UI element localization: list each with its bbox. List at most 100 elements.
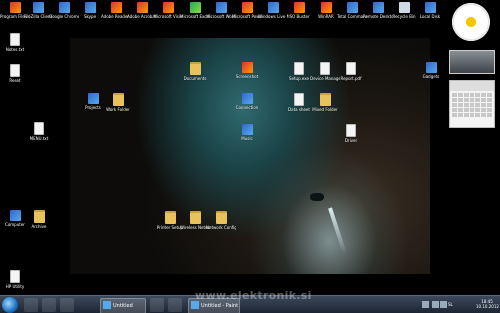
icon-label: MENU.txt <box>29 136 49 141</box>
app-icon <box>241 93 253 104</box>
folder-icon <box>189 211 201 224</box>
folder-icon <box>112 93 124 106</box>
icon-label: Microsoft Visio <box>153 14 183 19</box>
folder-icon <box>189 62 201 75</box>
icon-label: Archive <box>31 224 47 229</box>
media-player-pinned-icon[interactable] <box>42 298 56 312</box>
start-button[interactable] <box>2 297 18 313</box>
folder-icon <box>164 211 176 224</box>
drive-icon <box>424 2 436 13</box>
file-icon <box>346 124 356 137</box>
computer-icon <box>9 210 21 221</box>
desktop-icon-34[interactable]: Archive <box>24 210 54 229</box>
icon-label: Notes.txt <box>5 47 25 52</box>
task-label: Untitled - Paint <box>201 303 239 309</box>
icon-label: Work Folder <box>106 107 130 112</box>
gadget-icon <box>425 62 437 73</box>
folder-icon <box>319 93 331 106</box>
folder-pinned-icon[interactable] <box>168 298 182 312</box>
explorer-pinned-icon[interactable] <box>24 298 38 312</box>
desktop-icon-17[interactable]: Notes.txt <box>0 33 30 52</box>
app-icon <box>189 2 201 13</box>
calendar-gadget[interactable] <box>449 80 495 128</box>
icon-label: Documents <box>183 76 207 81</box>
app-icon <box>87 93 99 104</box>
icon-label: Mixed Folder <box>312 107 338 112</box>
task-label: Untitled <box>113 303 133 309</box>
app-icon <box>58 2 70 13</box>
slideshow-gadget[interactable] <box>449 50 495 74</box>
app-icon <box>241 124 253 135</box>
icon-label: Network Config <box>206 225 236 230</box>
icon-label: Music <box>241 136 253 141</box>
desktop-icon-16[interactable]: Local Disk <box>415 2 445 19</box>
desktop: © Robert Cabral Program Files (x86) Shor… <box>0 0 500 313</box>
icon-label: Screenshot <box>235 74 259 79</box>
recycle-bin-icon <box>398 2 410 13</box>
file-icon <box>10 64 20 77</box>
diver-silhouette <box>310 193 324 201</box>
taskbar-task-0[interactable]: Untitled <box>100 298 146 313</box>
app-icon <box>267 2 279 13</box>
desktop-icon-20[interactable]: Screenshot <box>232 62 262 79</box>
app-icon <box>136 2 148 13</box>
desktop-icon-37[interactable]: Network Config <box>206 211 236 230</box>
network-icon[interactable] <box>422 301 429 308</box>
app-icon <box>9 2 21 13</box>
app-icon <box>372 2 384 13</box>
desktop-icon-38[interactable]: HP Utility <box>0 270 30 289</box>
file-icon <box>294 93 304 106</box>
language-indicator[interactable]: SL <box>448 302 453 307</box>
desktop-icon-11[interactable]: ISO Buster <box>284 2 314 19</box>
icon-label: HP Utility <box>5 284 25 289</box>
file-icon <box>294 62 304 75</box>
icon-label: Local Disk <box>419 14 441 19</box>
app-icon <box>32 2 44 13</box>
desktop-icon-19[interactable]: Documents <box>180 62 210 81</box>
desktop-icon-25[interactable]: Work Folder <box>103 93 133 112</box>
app-icon <box>241 2 253 13</box>
file-icon <box>320 62 330 75</box>
flag-icon[interactable] <box>440 301 447 308</box>
clock-date: 10.10.2012 <box>476 304 499 309</box>
file-icon <box>346 62 356 75</box>
icon-label: Report.pdf <box>340 76 362 81</box>
app-icon <box>320 2 332 13</box>
desktop-icon-18[interactable]: Reset <box>0 64 30 83</box>
file-icon <box>34 122 44 135</box>
flower-clock-gadget[interactable] <box>448 2 494 42</box>
desktop-icon-23[interactable]: Report.pdf <box>336 62 366 81</box>
icon-label: ISO Buster <box>288 14 310 19</box>
folder-icon <box>33 210 45 223</box>
desktop-icon-32[interactable]: Driver <box>336 124 366 143</box>
app-icon <box>293 2 305 13</box>
desktop-icon-31[interactable]: Music <box>232 124 262 141</box>
icon-label: Connection <box>235 105 259 110</box>
desktop-icon-6[interactable]: Microsoft Visio <box>153 2 183 19</box>
app-icon <box>110 2 122 13</box>
app-icon <box>84 2 96 13</box>
light-beam <box>328 207 347 255</box>
file-icon <box>10 33 20 46</box>
desktop-icon-28[interactable]: MENU.txt <box>24 122 54 141</box>
watermark: www.elektronik.si <box>195 289 312 302</box>
app-icon <box>346 2 358 13</box>
folder-icon <box>215 211 227 224</box>
app-icon <box>215 2 227 13</box>
chrome-pinned-icon[interactable] <box>150 298 164 312</box>
clock[interactable]: 18:45 10.10.2012 <box>476 299 499 309</box>
desktop-icon-27[interactable]: Connection <box>232 93 262 110</box>
desktop-icon-30[interactable]: Mixed Folder <box>310 93 340 112</box>
icon-label: Driver <box>344 138 358 143</box>
icon-label: Reset <box>9 78 21 83</box>
window-icon <box>103 301 111 309</box>
calendar-header <box>450 81 494 91</box>
file-icon <box>10 270 20 283</box>
app-icon <box>162 2 174 13</box>
browser-pinned-icon[interactable] <box>60 298 74 312</box>
desktop-icon-24[interactable]: Gadgets <box>416 62 446 79</box>
volume-icon[interactable] <box>432 301 439 308</box>
calendar-grid <box>450 91 494 119</box>
icon-label: Gadgets <box>422 74 440 79</box>
paint-icon <box>191 301 199 309</box>
